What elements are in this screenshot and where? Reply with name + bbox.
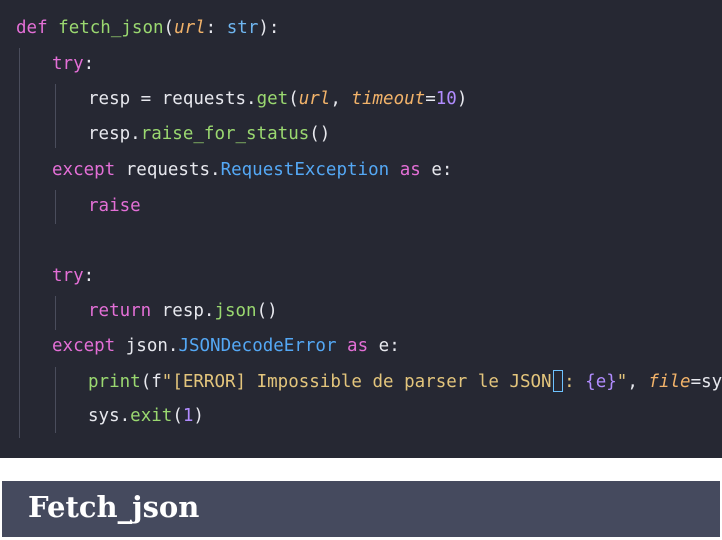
parameter: url bbox=[298, 89, 331, 109]
string-literal: " bbox=[616, 372, 628, 392]
keyword: def bbox=[16, 18, 48, 38]
paren: ): bbox=[258, 18, 280, 38]
code-text: requests. bbox=[115, 160, 221, 180]
keyword: except bbox=[52, 160, 116, 180]
code-line-5: except requests.RequestException as e: bbox=[52, 156, 452, 184]
code-line-4: resp.raise_for_status() bbox=[88, 120, 330, 148]
keyword: return bbox=[88, 301, 152, 321]
number-literal: 1 bbox=[182, 406, 194, 426]
keyword: as bbox=[347, 336, 369, 356]
class-name: JSONDecodeError bbox=[178, 336, 337, 356]
colon: : bbox=[83, 266, 95, 286]
keyword: as bbox=[399, 160, 421, 180]
number-literal: 10 bbox=[435, 89, 457, 109]
paren: () bbox=[256, 301, 278, 321]
keyword: try bbox=[52, 266, 84, 286]
string-literal: : bbox=[564, 372, 586, 392]
code-text: =sys.stderr) bbox=[690, 372, 722, 392]
code-line-8: return resp.json() bbox=[88, 297, 278, 325]
caption-title: Fetch_json bbox=[28, 490, 200, 524]
indent-guide bbox=[55, 367, 56, 433]
paren: ( bbox=[163, 18, 175, 38]
code-text: resp = requests. bbox=[88, 89, 257, 109]
code-line-7: try: bbox=[52, 262, 94, 290]
code-text: resp. bbox=[88, 124, 141, 144]
keyword-argument: file bbox=[648, 372, 691, 392]
code-text: sys. bbox=[88, 406, 131, 426]
keyword-argument: timeout bbox=[351, 89, 426, 109]
colon: : bbox=[205, 18, 217, 38]
class-name: RequestException bbox=[220, 160, 390, 180]
code-line-2: try: bbox=[52, 50, 94, 78]
keyword: raise bbox=[88, 196, 141, 216]
code-line-6: raise bbox=[88, 192, 141, 220]
method-name: raise_for_status bbox=[140, 124, 310, 144]
code-text: json. bbox=[125, 336, 179, 356]
code-line-11: sys.exit(1) bbox=[88, 402, 204, 430]
code-text: (f bbox=[140, 372, 162, 392]
method-name: get bbox=[256, 89, 289, 109]
code-line-10: print(f"[ERROR] Impossible de parser le … bbox=[88, 368, 722, 396]
paren: () bbox=[309, 124, 331, 144]
method-name: exit bbox=[130, 406, 173, 426]
code-text: e: bbox=[378, 336, 400, 356]
type-hint: str bbox=[226, 18, 259, 38]
code-text: e: bbox=[431, 160, 453, 180]
method-name: json bbox=[214, 301, 257, 321]
colon: : bbox=[83, 54, 95, 74]
code-text: resp. bbox=[161, 301, 215, 321]
interpolation: {e} bbox=[585, 372, 617, 392]
text-cursor bbox=[552, 370, 564, 392]
keyword: except bbox=[52, 336, 116, 356]
paren: ( bbox=[288, 89, 299, 109]
paren: ( bbox=[172, 406, 183, 426]
indent-guide bbox=[55, 190, 56, 224]
function-name: fetch_json bbox=[58, 18, 164, 38]
keyword: try bbox=[52, 54, 84, 74]
equals: = bbox=[425, 89, 436, 109]
indent-guide bbox=[55, 296, 56, 330]
indent-guide bbox=[55, 84, 56, 148]
code-editor[interactable]: def fetch_json(url: str): try: resp = re… bbox=[0, 0, 722, 458]
paren: ) bbox=[456, 89, 468, 109]
code-line-3: resp = requests.get(url, timeout=10) bbox=[88, 85, 467, 113]
comma: , bbox=[330, 89, 352, 109]
indent-guide bbox=[19, 48, 20, 438]
string-literal: "[ERROR] Impossible de parser le JSON bbox=[161, 372, 552, 392]
parameter: url bbox=[174, 18, 206, 38]
paren: ) bbox=[193, 406, 204, 426]
code-line-1: def fetch_json(url: str): bbox=[16, 14, 279, 42]
code-line-9: except json.JSONDecodeError as e: bbox=[52, 332, 400, 360]
caption-bar: Fetch_json bbox=[2, 481, 720, 537]
function-name: print bbox=[88, 372, 141, 392]
comma: , bbox=[627, 372, 649, 392]
